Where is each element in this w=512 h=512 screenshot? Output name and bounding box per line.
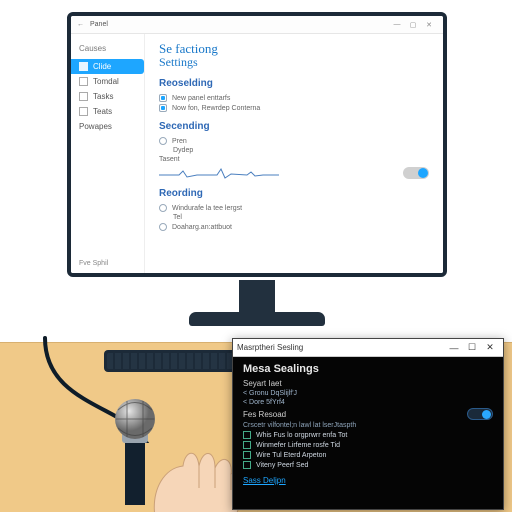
square-icon	[79, 77, 88, 86]
dialog-check-3[interactable]: Wire Tul Eterd Arpeton	[243, 450, 493, 460]
level-label: Tasent	[159, 155, 429, 164]
radio-icon[interactable]	[159, 204, 167, 212]
checkbox-icon[interactable]	[243, 431, 251, 439]
grid-icon	[79, 92, 88, 101]
dialog-titlebar: Masrptheri Sesling — ☐ ✕	[233, 339, 503, 357]
section3-opt1[interactable]: Windurafe la tee lergst	[159, 203, 429, 213]
window-titlebar: ← Panel — ▢ ✕	[71, 16, 443, 34]
dialog-check-2[interactable]: Winmefer Lirfeme rosfe Tid	[243, 440, 493, 450]
dialog-group1-line2[interactable]: < Dore 5fYrf4	[243, 398, 493, 407]
dialog-group1-label: Seyart Iaet	[243, 379, 493, 388]
section-3-heading: Reording	[159, 188, 429, 199]
dialog-close-button[interactable]: ✕	[481, 342, 499, 353]
dialog-toggle[interactable]	[467, 408, 493, 420]
checkbox-icon[interactable]	[243, 451, 251, 459]
sidebar-item-3[interactable]: Teats	[71, 104, 144, 119]
sidebar-item-1[interactable]: Tomdal	[71, 74, 144, 89]
list-icon	[79, 107, 88, 116]
maximize-button[interactable]: ▢	[405, 21, 421, 29]
section2-radio[interactable]: Pren	[159, 136, 429, 146]
close-button[interactable]: ✕	[421, 21, 437, 29]
window-title: Panel	[90, 21, 108, 28]
level-wave	[159, 166, 279, 180]
checkbox-icon[interactable]	[159, 94, 167, 102]
dialog-maximize-button[interactable]: ☐	[463, 342, 481, 353]
dialog-toggle-desc: Crscetr vilfontel;n lawl lat lserJtaspth	[243, 421, 493, 430]
dialog-group2-header: Fes Resoad	[243, 407, 493, 421]
dialog-group1-line1[interactable]: < Gronu DqSlijlf'J	[243, 389, 493, 398]
dialog-check-1[interactable]: Whis Fus lo orgprwrr enfa Tot	[243, 430, 493, 440]
radio-icon[interactable]	[159, 137, 167, 145]
section-1-heading: Reoselding	[159, 78, 429, 89]
monitor-stand-neck	[239, 280, 275, 316]
content-pane: Se factiong Settings Reoselding New pane…	[145, 34, 443, 273]
screen: ← Panel — ▢ ✕ Causes Clide Tomdal Tasks …	[67, 12, 447, 277]
monitor: ← Panel — ▢ ✕ Causes Clide Tomdal Tasks …	[67, 12, 447, 312]
section1-opt1[interactable]: New panel enttarfs	[159, 93, 429, 103]
section2-radio-sub: Dydep	[159, 146, 429, 155]
dialog-title: Masrptheri Sesling	[237, 343, 303, 352]
sidebar-item-0[interactable]: Clide	[71, 59, 144, 74]
sidebar-item-2[interactable]: Tasks	[71, 89, 144, 104]
back-icon[interactable]: ←	[77, 21, 84, 28]
minimize-button[interactable]: —	[389, 21, 405, 28]
page-title-b: Settings	[159, 55, 429, 70]
dialog-window: Masrptheri Sesling — ☐ ✕ Mesa Sealings S…	[232, 338, 504, 510]
checkbox-icon[interactable]	[159, 104, 167, 112]
sidebar: Causes Clide Tomdal Tasks Teats Powapes	[71, 34, 145, 273]
sidebar-heading: Causes	[71, 44, 144, 59]
section3-opt1b: Tel	[159, 213, 429, 222]
checkbox-icon[interactable]	[243, 461, 251, 469]
checkbox-icon[interactable]	[243, 441, 251, 449]
sidebar-item-4[interactable]: Powapes	[71, 119, 144, 134]
section1-opt2[interactable]: Now fon, Rewrdep Conterna	[159, 103, 429, 113]
section-2-heading: Secending	[159, 121, 429, 132]
monitor-stand-base	[189, 312, 325, 326]
dialog-link[interactable]: Sass Deljpn	[243, 476, 493, 485]
page-title-a: Se factiong	[159, 42, 429, 55]
content-footer: Fve Sphil	[79, 260, 108, 267]
dialog-minimize-button[interactable]: —	[445, 343, 463, 353]
section3-opt2[interactable]: Doaharg.an:attbuot	[159, 222, 429, 232]
radio-icon[interactable]	[159, 223, 167, 231]
dialog-heading: Mesa Sealings	[243, 363, 493, 375]
dialog-check-4[interactable]: Viteny Peerf Sed	[243, 460, 493, 470]
level-toggle[interactable]	[403, 167, 429, 179]
square-icon	[79, 62, 88, 71]
